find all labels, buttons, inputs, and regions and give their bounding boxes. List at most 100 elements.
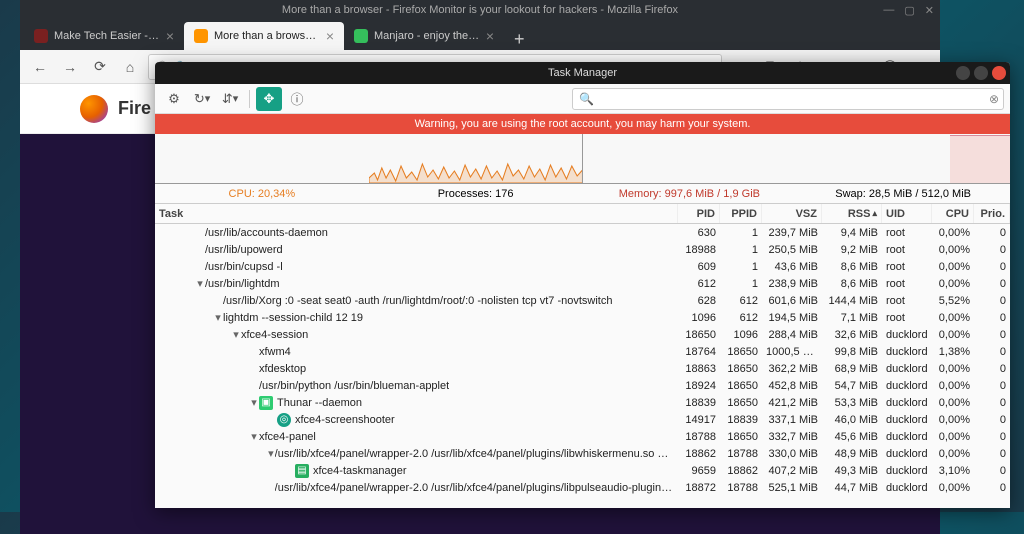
process-row[interactable]: xfdesktop 18863 18650 362,2 MiB 68,9 MiB…	[155, 360, 1010, 377]
window-maximize-button[interactable]	[974, 66, 988, 80]
column-headers: Task PID PPID VSZ RSS▴ UID CPU Prio.	[155, 204, 1010, 224]
cell-uid: ducklord	[882, 363, 932, 375]
memory-stat: Memory: 997,6 MiB / 1,9 GiB	[583, 184, 797, 203]
target-button[interactable]: ✥	[256, 87, 282, 111]
process-row[interactable]: /usr/lib/Xorg :0 -seat seat0 -auth /run/…	[155, 292, 1010, 309]
cell-rss: 9,4 MiB	[822, 227, 882, 239]
cell-uid: ducklord	[882, 414, 932, 426]
cell-pid: 18872	[678, 482, 720, 494]
browser-tab[interactable]: More than a browser - Fire×	[184, 22, 344, 50]
tree-toggle[interactable]: ▾	[249, 396, 259, 409]
firefox-tabstrip: Make Tech Easier - Comput×More than a br…	[20, 20, 940, 50]
process-name: xfce4-panel	[259, 431, 316, 443]
firefox-titlebar: More than a browser - Firefox Monitor is…	[20, 0, 940, 20]
window-close-icon[interactable]: ✕	[925, 4, 934, 17]
cell-rss: 46,0 MiB	[822, 414, 882, 426]
col-task[interactable]: Task	[155, 204, 678, 223]
process-row[interactable]: /usr/bin/cupsd -l 609 1 43,6 MiB 8,6 MiB…	[155, 258, 1010, 275]
tree-toggle[interactable]: ▾	[249, 430, 259, 443]
memory-graph[interactable]	[583, 134, 1010, 183]
col-vsz[interactable]: VSZ	[762, 204, 822, 223]
filter-dropdown[interactable]: ⇵▾	[217, 87, 243, 111]
cell-cpu: 0,00%	[932, 244, 974, 256]
tab-favicon	[354, 29, 368, 43]
tree-toggle[interactable]: ▾	[213, 311, 223, 324]
window-close-button[interactable]	[992, 66, 1006, 80]
tree-toggle[interactable]: ▾	[231, 328, 241, 341]
tab-favicon	[34, 29, 48, 43]
cell-vsz: 362,2 MiB	[762, 363, 822, 375]
cell-prio: 0	[974, 278, 1010, 290]
process-row[interactable]: xfwm4 18764 18650 1000,5 MiB 99,8 MiB du…	[155, 343, 1010, 360]
home-button[interactable]: ⌂	[118, 55, 142, 79]
clear-icon[interactable]: ⊗	[989, 92, 999, 106]
process-row[interactable]: /usr/lib/accounts-daemon 630 1 239,7 MiB…	[155, 224, 1010, 241]
cell-uid: root	[882, 312, 932, 324]
cell-ppid: 1096	[720, 329, 762, 341]
col-rss[interactable]: RSS▴	[822, 204, 882, 223]
cell-uid: ducklord	[882, 346, 932, 358]
cell-prio: 0	[974, 482, 1010, 494]
cpu-graph[interactable]	[155, 134, 583, 183]
browser-tab[interactable]: Make Tech Easier - Comput×	[24, 22, 184, 50]
window-maximize-icon[interactable]: ▢	[904, 4, 914, 17]
tab-close-icon[interactable]: ×	[486, 28, 494, 44]
cell-rss: 8,6 MiB	[822, 261, 882, 273]
process-row[interactable]: ▾/usr/bin/lightdm 612 1 238,9 MiB 8,6 Mi…	[155, 275, 1010, 292]
process-row[interactable]: ▾lightdm --session-child 12 19 1096 612 …	[155, 309, 1010, 326]
process-row[interactable]: /usr/lib/upowerd 18988 1 250,5 MiB 9,2 M…	[155, 241, 1010, 258]
window-minimize-icon[interactable]: —	[883, 4, 894, 17]
cell-rss: 32,6 MiB	[822, 329, 882, 341]
back-button[interactable]: ←	[28, 55, 52, 79]
search-input[interactable]: 🔍 ⊗	[572, 88, 1004, 110]
window-minimize-button[interactable]	[956, 66, 970, 80]
tab-close-icon[interactable]: ×	[166, 28, 174, 44]
process-row[interactable]: ▾/usr/lib/xfce4/panel/wrapper-2.0 /usr/l…	[155, 445, 1010, 462]
tree-toggle[interactable]: ▾	[267, 447, 275, 460]
col-uid[interactable]: UID	[882, 204, 932, 223]
cell-prio: 0	[974, 397, 1010, 409]
settings-button[interactable]: ⚙	[161, 87, 187, 111]
stats-bar: CPU: 20,34% Processes: 176 Memory: 997,6…	[155, 184, 1010, 204]
tab-close-icon[interactable]: ×	[326, 28, 334, 44]
search-field[interactable]	[594, 93, 997, 105]
cell-vsz: 194,5 MiB	[762, 312, 822, 324]
process-list[interactable]: /usr/lib/accounts-daemon 630 1 239,7 MiB…	[155, 224, 1010, 508]
thunar-icon: ▣	[259, 396, 273, 410]
cell-ppid: 18650	[720, 363, 762, 375]
cell-cpu: 1,38%	[932, 346, 974, 358]
new-tab-button[interactable]: +	[504, 29, 535, 50]
reload-button[interactable]: ⟳	[88, 55, 112, 79]
process-row[interactable]: ▾xfce4-session 18650 1096 288,4 MiB 32,6…	[155, 326, 1010, 343]
cell-pid: 612	[678, 278, 720, 290]
tree-toggle[interactable]: ▾	[195, 277, 205, 290]
process-name: /usr/lib/accounts-daemon	[205, 227, 328, 239]
cell-ppid: 18839	[720, 414, 762, 426]
browser-tab[interactable]: Manjaro - enjoy the simplic×	[344, 22, 504, 50]
forward-button[interactable]: →	[58, 55, 82, 79]
cell-rss: 9,2 MiB	[822, 244, 882, 256]
taskmanager-titlebar[interactable]: Task Manager	[155, 62, 1010, 84]
col-cpu[interactable]: CPU	[932, 204, 974, 223]
info-button[interactable]: ⓘ	[284, 87, 310, 111]
cell-rss: 53,3 MiB	[822, 397, 882, 409]
cell-prio: 0	[974, 414, 1010, 426]
cell-vsz: 525,1 MiB	[762, 482, 822, 494]
cell-uid: ducklord	[882, 380, 932, 392]
process-row[interactable]: ▤xfce4-taskmanager 9659 18862 407,2 MiB …	[155, 462, 1010, 479]
cell-prio: 0	[974, 312, 1010, 324]
process-row[interactable]: ◎xfce4-screenshooter 14917 18839 337,1 M…	[155, 411, 1010, 428]
cell-prio: 0	[974, 465, 1010, 477]
col-pid[interactable]: PID	[678, 204, 720, 223]
col-ppid[interactable]: PPID	[720, 204, 762, 223]
cell-prio: 0	[974, 448, 1010, 460]
process-row[interactable]: ▾xfce4-panel 18788 18650 332,7 MiB 45,6 …	[155, 428, 1010, 445]
col-prio[interactable]: Prio.	[974, 204, 1010, 223]
cell-uid: ducklord	[882, 397, 932, 409]
process-row[interactable]: ▾▣Thunar --daemon 18839 18650 421,2 MiB …	[155, 394, 1010, 411]
process-row[interactable]: /usr/bin/python /usr/bin/blueman-applet …	[155, 377, 1010, 394]
refresh-dropdown[interactable]: ↻▾	[189, 87, 215, 111]
cell-ppid: 612	[720, 295, 762, 307]
cell-cpu: 0,00%	[932, 227, 974, 239]
process-row[interactable]: /usr/lib/xfce4/panel/wrapper-2.0 /usr/li…	[155, 479, 1010, 496]
